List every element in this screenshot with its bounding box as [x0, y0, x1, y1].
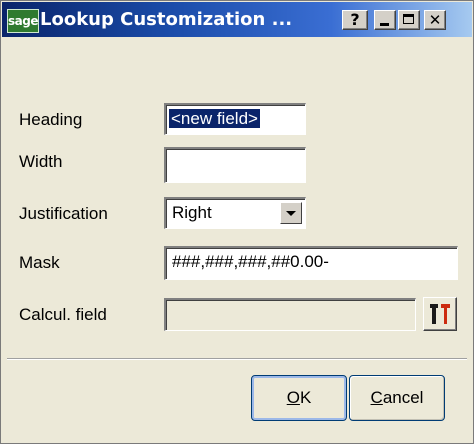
ok-button[interactable]: OK: [251, 375, 347, 421]
window-title: Lookup Customization ...: [40, 9, 293, 30]
cancel-button[interactable]: Cancel: [349, 375, 445, 421]
heading-label: Heading: [19, 110, 83, 129]
heading-input[interactable]: <new field>: [164, 103, 306, 135]
chevron-down-icon[interactable]: [280, 202, 302, 224]
minimize-icon: [380, 23, 389, 26]
calcul-field-tool-button[interactable]: [423, 297, 457, 331]
justification-select[interactable]: Right: [164, 197, 306, 229]
width-input[interactable]: [164, 147, 306, 183]
wrench-tools-icon: [430, 304, 450, 324]
mask-label: Mask: [19, 253, 60, 272]
mask-input[interactable]: ###,###,###,##0.00-: [164, 246, 458, 280]
heading-selected-text: <new field>: [169, 109, 260, 128]
ok-label-rest: K: [299, 388, 312, 407]
help-button[interactable]: ?: [342, 10, 368, 30]
calcul-field-input: [164, 298, 416, 331]
justification-label: Justification: [19, 204, 108, 223]
calcul-field-label: Calcul. field: [19, 305, 107, 324]
maximize-button[interactable]: [398, 10, 420, 30]
divider: [7, 358, 467, 360]
ok-mnemonic: O: [286, 388, 300, 407]
justification-value: Right: [172, 203, 212, 222]
title-bar[interactable]: sage Lookup Customization ... ? ✕: [2, 2, 472, 37]
cancel-mnemonic: C: [370, 388, 383, 407]
width-label: Width: [19, 152, 63, 171]
lookup-customization-dialog: sage Lookup Customization ... ? ✕ Headin…: [0, 0, 474, 444]
close-button[interactable]: ✕: [424, 10, 446, 30]
sage-logo: sage: [7, 9, 39, 33]
maximize-icon: [403, 14, 414, 24]
minimize-button[interactable]: [374, 10, 396, 30]
cancel-label-rest: ancel: [382, 388, 424, 407]
